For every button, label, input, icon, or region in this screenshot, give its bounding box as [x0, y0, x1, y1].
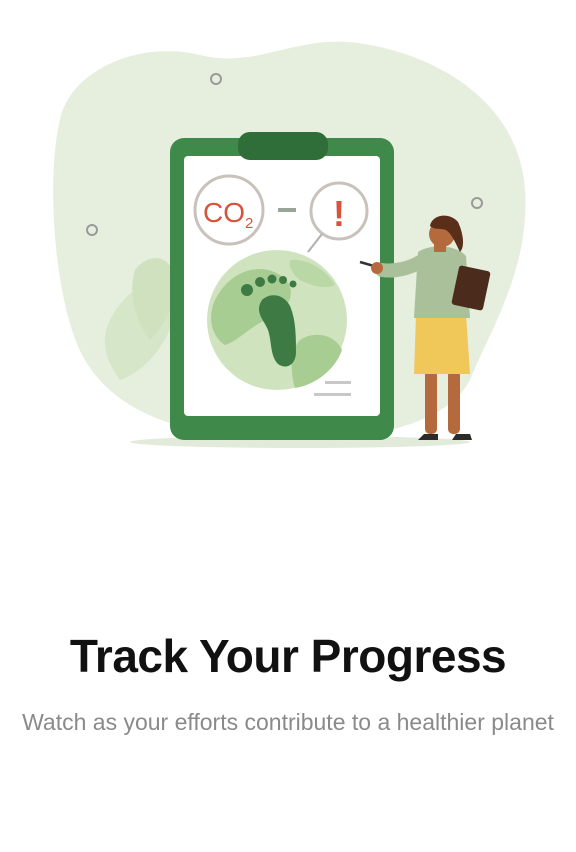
co2-label: CO [203, 197, 245, 228]
clipboard-illustration: CO 2 ! [53, 41, 526, 448]
co2-subscript: 2 [245, 215, 253, 232]
onboarding-illustration: CO 2 ! [0, 0, 576, 470]
alert-symbol: ! [333, 193, 345, 234]
skirt [414, 314, 470, 374]
page-subtitle: Watch as your efforts contribute to a he… [22, 709, 554, 735]
page-title: Track Your Progress [69, 630, 507, 682]
clipboard-clip [238, 132, 328, 160]
